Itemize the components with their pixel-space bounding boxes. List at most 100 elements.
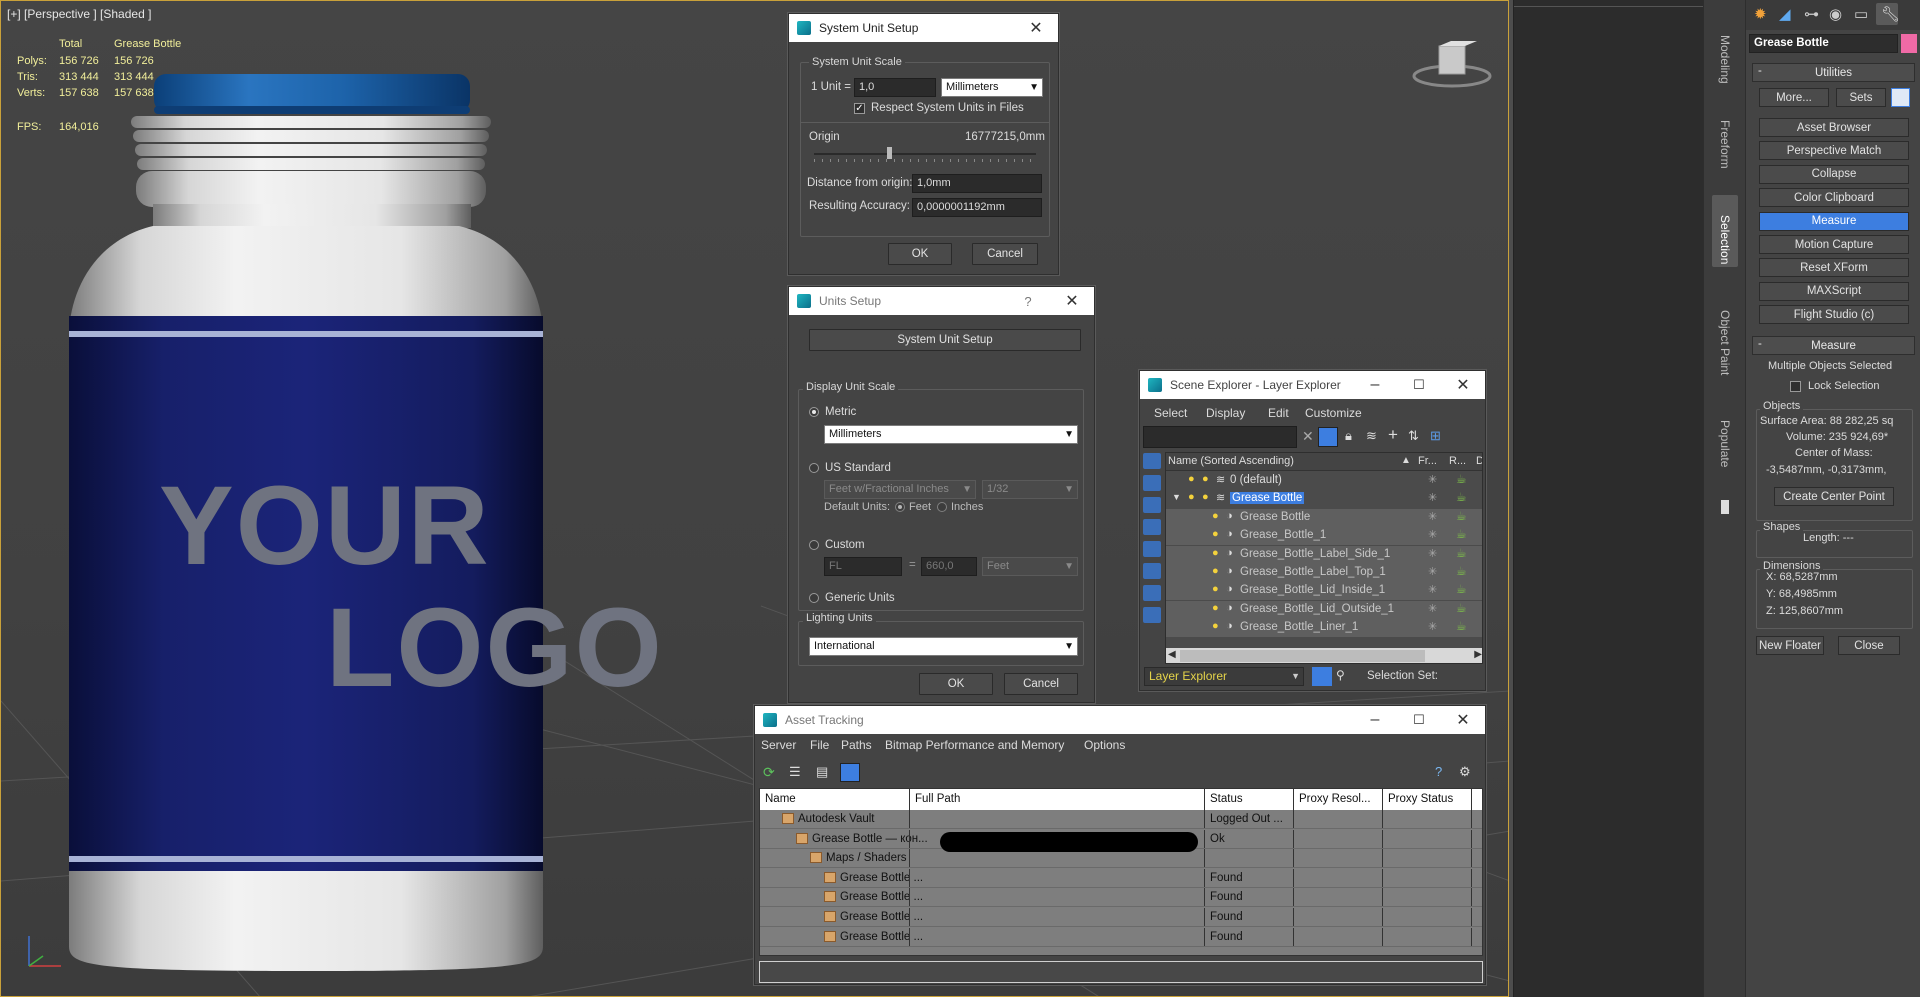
lock-selection-checkbox[interactable]: [1790, 381, 1801, 392]
menu-edit[interactable]: Edit: [1268, 406, 1289, 420]
unit-type-dropdown[interactable]: Millimeters ▼: [941, 78, 1043, 97]
render-teapot-icon[interactable]: ☕︎: [1456, 601, 1467, 615]
freeze-icon[interactable]: ✳: [1428, 565, 1437, 578]
cancel-button[interactable]: Cancel: [972, 243, 1038, 265]
ok-button[interactable]: OK: [888, 243, 952, 265]
menu-file[interactable]: File: [810, 738, 829, 752]
utilities-rollout[interactable]: - Utilities: [1752, 63, 1915, 82]
display-shapes-icon[interactable]: [1143, 497, 1161, 513]
freeze-icon[interactable]: ✳: [1428, 491, 1437, 504]
asset-row[interactable]: Autodesk Vault Logged Out ...: [760, 810, 1482, 829]
asset-row[interactable]: Grease Bottle ... Found: [760, 868, 1482, 888]
scene-explorer-titlebar[interactable]: Scene Explorer - Layer Explorer – ☐ ✕: [1140, 371, 1485, 399]
custom-unit-dropdown[interactable]: Feet ▼: [982, 557, 1078, 576]
viewcube[interactable]: [1411, 41, 1493, 91]
asset-row[interactable]: Grease Bottle ... Found: [760, 908, 1482, 927]
configure-sets-icon[interactable]: [1891, 88, 1910, 107]
close-icon[interactable]: ✕: [1441, 371, 1485, 399]
col-display-header[interactable]: D: [1476, 455, 1482, 467]
col-name-header[interactable]: Name (Sorted Ascending): [1168, 455, 1294, 467]
menu-bitmap-performance[interactable]: Bitmap Performance and Memory: [885, 738, 1064, 752]
col-freeze-header[interactable]: Fr...: [1418, 455, 1437, 467]
freeze-icon[interactable]: ✳: [1428, 583, 1437, 596]
asset-tracking-titlebar[interactable]: Asset Tracking – ☐ ✕: [755, 706, 1485, 734]
col-proxy-resolution[interactable]: Proxy Resol...: [1299, 789, 1371, 808]
render-teapot-icon[interactable]: ☕︎: [1456, 619, 1467, 633]
menu-select[interactable]: Select: [1154, 406, 1187, 420]
ribbon-tab-selection[interactable]: Selection: [1718, 215, 1732, 264]
utility-button[interactable]: Color Clipboard: [1759, 188, 1909, 208]
asset-row[interactable]: Grease Bottle ... Found: [760, 927, 1482, 947]
object-color-swatch[interactable]: [1901, 34, 1917, 53]
metric-dropdown[interactable]: Millimeters ▼: [824, 425, 1078, 444]
maximize-icon[interactable]: ☐: [1397, 706, 1441, 734]
us-standard-radio[interactable]: [809, 463, 819, 473]
ribbon-tab-freeform[interactable]: Freeform: [1718, 120, 1732, 169]
settings-icon[interactable]: ⚙: [1459, 764, 1471, 780]
create-tab-icon[interactable]: ✹: [1754, 5, 1767, 23]
menu-server[interactable]: Server: [761, 738, 796, 752]
render-teapot-icon[interactable]: ☕︎: [1456, 546, 1467, 560]
help-icon[interactable]: ?: [1006, 287, 1050, 315]
accuracy-field[interactable]: 0,0000001192mm: [912, 198, 1042, 217]
custom-name-field[interactable]: FL: [824, 557, 902, 576]
utility-button[interactable]: Collapse: [1759, 164, 1909, 184]
close-icon[interactable]: ✕: [1441, 706, 1485, 734]
render-teapot-icon[interactable]: ☕︎: [1456, 472, 1467, 486]
respect-units-checkbox[interactable]: ✓: [854, 103, 865, 114]
refresh-icon[interactable]: ⟳: [763, 764, 775, 781]
help-icon[interactable]: ?: [1435, 764, 1442, 779]
freeze-icon[interactable]: ✳: [1428, 620, 1437, 633]
layer-tree-row[interactable]: ● ◑ Grease_Bottle_Liner_1 ✳ ☕︎: [1166, 619, 1482, 638]
render-teapot-icon[interactable]: ☕︎: [1456, 509, 1467, 523]
freeze-icon[interactable]: ✳: [1428, 602, 1437, 615]
hierarchy-mode-icon[interactable]: ⚲: [1336, 668, 1345, 682]
list-view-icon[interactable]: ☰: [789, 764, 801, 780]
menu-customize[interactable]: Customize: [1305, 406, 1362, 420]
visibility-bulb-icon[interactable]: ●: [1212, 510, 1219, 522]
utility-button[interactable]: Asset Browser: [1759, 118, 1909, 137]
motion-tab-icon[interactable]: ◉: [1829, 5, 1842, 23]
display-lights-icon[interactable]: [1143, 519, 1161, 535]
layer-add-icon[interactable]: ≋: [1366, 428, 1377, 444]
visibility-bulb-icon[interactable]: ●: [1212, 565, 1219, 577]
display-cameras-icon[interactable]: [1143, 541, 1161, 557]
display-geometry-icon[interactable]: [1143, 475, 1161, 491]
us-fraction-dropdown[interactable]: 1/32 ▼: [982, 480, 1078, 499]
visibility-bulb-icon[interactable]: ●: [1212, 547, 1219, 559]
ribbon-tab-object-paint[interactable]: Object Paint: [1718, 310, 1732, 375]
freeze-icon[interactable]: ✳: [1428, 510, 1437, 523]
utility-button[interactable]: MAXScript: [1759, 281, 1909, 301]
hierarchy-tab-icon[interactable]: ⊶: [1804, 5, 1819, 23]
visibility-bulb-icon[interactable]: ●: [1212, 620, 1219, 632]
utility-button[interactable]: Reset XForm: [1759, 258, 1909, 278]
highlight-icon[interactable]: ⊞: [1430, 428, 1441, 444]
lock-icon[interactable]: 🔒︎: [1345, 428, 1352, 444]
create-center-point-button[interactable]: Create Center Point: [1774, 487, 1894, 506]
distance-field[interactable]: 1,0mm: [912, 174, 1042, 193]
layer-tree-row[interactable]: ● ◑ Grease_Bottle_1 ✳ ☕︎: [1166, 527, 1482, 546]
menu-paths[interactable]: Paths: [841, 738, 872, 752]
layer-tree-row[interactable]: ● ● ≋ 0 (default) ✳ ☕︎: [1166, 472, 1482, 490]
ribbon-toggle-icon[interactable]: [1721, 500, 1729, 514]
layer-tree-row[interactable]: ● ◑ Grease Bottle ✳ ☕︎: [1166, 508, 1482, 527]
col-proxy-status[interactable]: Proxy Status: [1388, 789, 1453, 808]
units-setup-titlebar[interactable]: Units Setup ? ✕: [789, 287, 1094, 315]
system-unit-setup-button[interactable]: System Unit Setup: [809, 329, 1081, 351]
layer-tree-row[interactable]: ▼ ● ● ≋ Grease Bottle ✳ ☕︎: [1166, 490, 1482, 508]
layer-tree-row[interactable]: ● ◑ Grease_Bottle_Label_Top_1 ✳ ☕︎: [1166, 564, 1482, 582]
horizontal-scrollbar[interactable]: ◀ ▶: [1166, 648, 1482, 663]
display-bones-icon[interactable]: [1143, 607, 1161, 623]
lighting-units-dropdown[interactable]: International ▼: [809, 637, 1078, 656]
new-floater-button[interactable]: New Floater: [1756, 636, 1824, 655]
origin-slider-track[interactable]: [814, 153, 1036, 155]
system-unit-setup-titlebar[interactable]: System Unit Setup ✕: [789, 14, 1058, 42]
ribbon-tab-populate[interactable]: Populate: [1718, 420, 1732, 467]
thumbnail-view-icon[interactable]: ▤: [816, 764, 828, 780]
freeze-icon[interactable]: ✳: [1428, 547, 1437, 560]
visibility-bulb-icon[interactable]: ●: [1202, 473, 1209, 485]
new-layer-icon[interactable]: +: [1388, 425, 1398, 445]
table-view-icon[interactable]: [840, 763, 860, 782]
sets-button[interactable]: Sets: [1836, 88, 1886, 107]
utility-button[interactable]: Motion Capture: [1759, 235, 1909, 254]
